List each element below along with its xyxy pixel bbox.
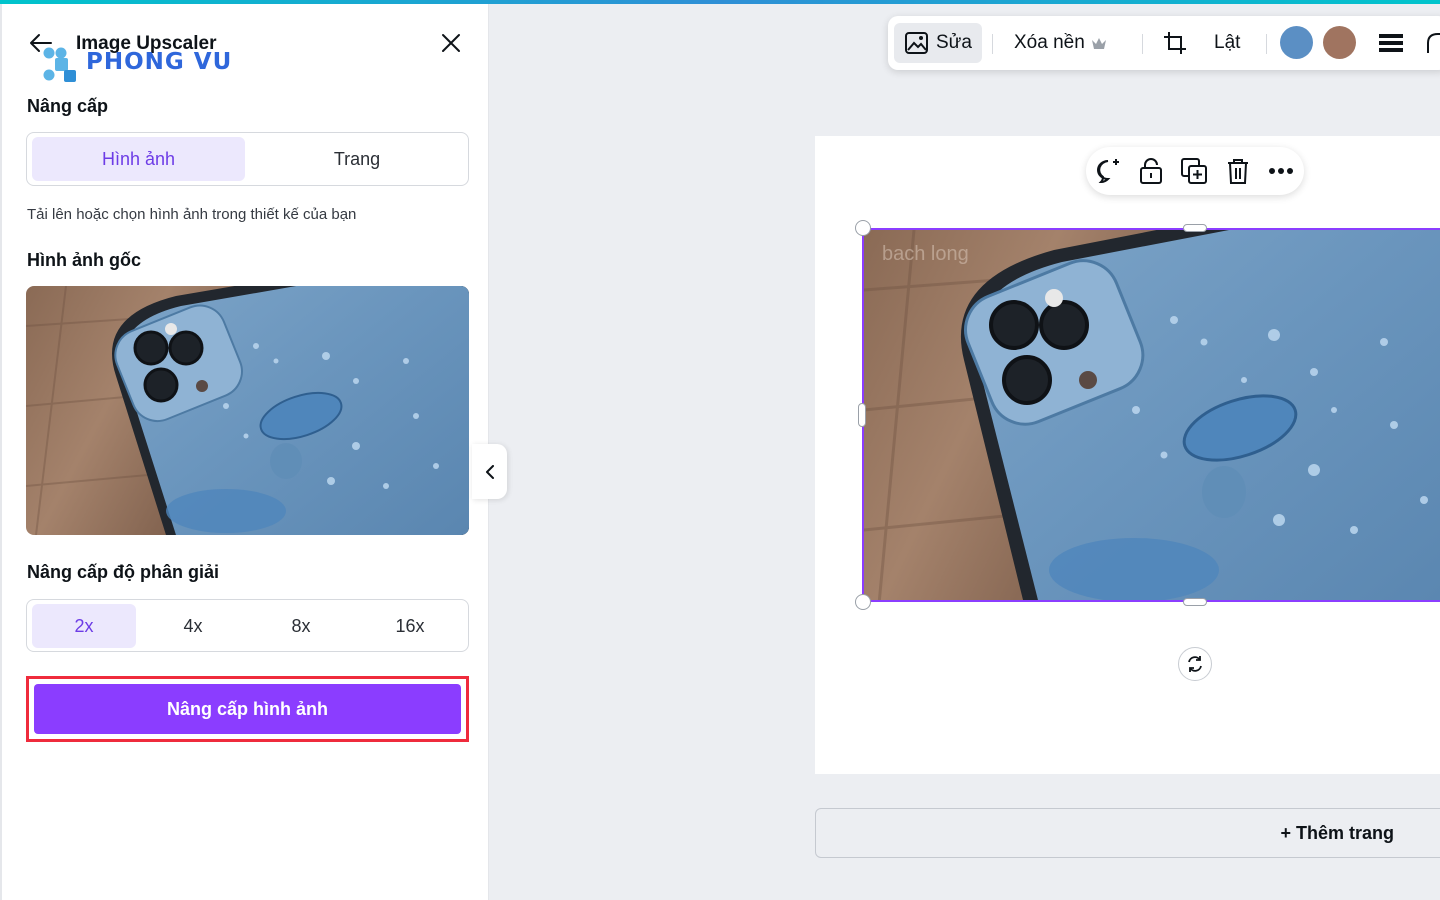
resize-handle-top-left[interactable]: [855, 220, 871, 236]
corner-rounding-icon: [1427, 33, 1440, 53]
duplicate-button[interactable]: [1180, 157, 1208, 185]
scale-selector: 2x 4x 8x 16x: [26, 599, 469, 652]
lock-icon: [1140, 158, 1162, 184]
back-button[interactable]: [28, 30, 54, 56]
duplicate-icon: [1181, 158, 1207, 184]
line-weight-icon: [1379, 34, 1403, 52]
tab-image[interactable]: Hình ảnh: [32, 137, 245, 181]
image-watermark-text: bach long: [882, 243, 969, 265]
upscaler-panel: Image Upscaler PHONG VU Nâng cấp Hình ản…: [0, 4, 489, 900]
tab-page[interactable]: Trang: [249, 137, 465, 181]
scale-option-4x[interactable]: 4x: [141, 604, 245, 648]
phone-photo: bach long: [864, 230, 1440, 600]
flip-label: Lật: [1214, 32, 1241, 53]
transparency-button[interactable]: [1368, 23, 1414, 63]
trash-icon: [1228, 159, 1248, 184]
upscale-image-button[interactable]: Nâng cấp hình ảnh: [34, 684, 461, 734]
add-page-button[interactable]: + Thêm trang: [815, 808, 1440, 858]
collapse-panel-button[interactable]: [472, 444, 507, 499]
remove-background-button[interactable]: Xóa nền: [1004, 23, 1117, 63]
edit-label: Sửa: [936, 32, 972, 53]
phone-photo-thumbnail: [26, 286, 469, 535]
edit-button[interactable]: Sửa: [894, 23, 982, 63]
flip-button[interactable]: Lật: [1204, 23, 1250, 63]
element-context-toolbar: [1086, 147, 1304, 195]
comment-add-icon: [1097, 159, 1119, 184]
lock-button[interactable]: [1137, 157, 1165, 185]
original-image-label: Hình ảnh gốc: [27, 250, 141, 270]
toolbar-divider: [1142, 34, 1143, 54]
scale-option-8x[interactable]: 8x: [249, 604, 353, 648]
panel-title: Image Upscaler: [76, 33, 217, 54]
close-icon: [442, 34, 460, 52]
color-swatch-blue[interactable]: [1280, 26, 1313, 59]
more-options-button[interactable]: [1267, 157, 1295, 185]
selected-image-element[interactable]: bach long: [862, 228, 1440, 602]
scale-option-2x[interactable]: 2x: [32, 604, 136, 648]
upscale-section-label: Nâng cấp: [27, 96, 109, 116]
upscale-button-highlight: Nâng cấp hình ảnh: [26, 676, 469, 742]
resize-handle-top[interactable]: [1183, 224, 1207, 232]
crop-icon: [1164, 32, 1186, 54]
resize-handle-left[interactable]: [858, 403, 866, 427]
more-horizontal-icon: [1269, 168, 1293, 174]
comment-button[interactable]: [1094, 157, 1122, 185]
toolbar-divider: [1266, 34, 1267, 54]
help-text: Tải lên hoặc chọn hình ảnh trong thiết k…: [27, 206, 357, 223]
resize-handle-bottom[interactable]: [1183, 598, 1207, 606]
upscale-target-tabs: Hình ảnh Trang: [26, 132, 469, 186]
crop-button[interactable]: [1152, 23, 1198, 63]
delete-button[interactable]: [1224, 157, 1252, 185]
original-image-thumbnail[interactable]: [26, 286, 469, 535]
resolution-label: Nâng cấp độ phân giải: [27, 562, 220, 582]
close-button[interactable]: [438, 30, 464, 56]
chevron-left-icon: [485, 464, 494, 479]
resize-handle-bottom-left[interactable]: [855, 594, 871, 610]
image-edit-icon: [905, 32, 928, 54]
arrow-left-icon: [30, 34, 52, 52]
scale-option-16x[interactable]: 16x: [358, 604, 462, 648]
crown-icon: [1091, 38, 1106, 49]
corner-rounding-button[interactable]: [1416, 23, 1440, 63]
panel-header: Image Upscaler: [24, 28, 470, 62]
rotate-icon: [1188, 656, 1202, 672]
color-swatch-brown[interactable]: [1323, 26, 1356, 59]
rotate-button[interactable]: [1178, 647, 1212, 681]
image-edit-toolbar: Sửa Xóa nền Lật: [888, 16, 1440, 70]
toolbar-divider: [992, 34, 993, 54]
remove-background-label: Xóa nền: [1014, 32, 1085, 53]
